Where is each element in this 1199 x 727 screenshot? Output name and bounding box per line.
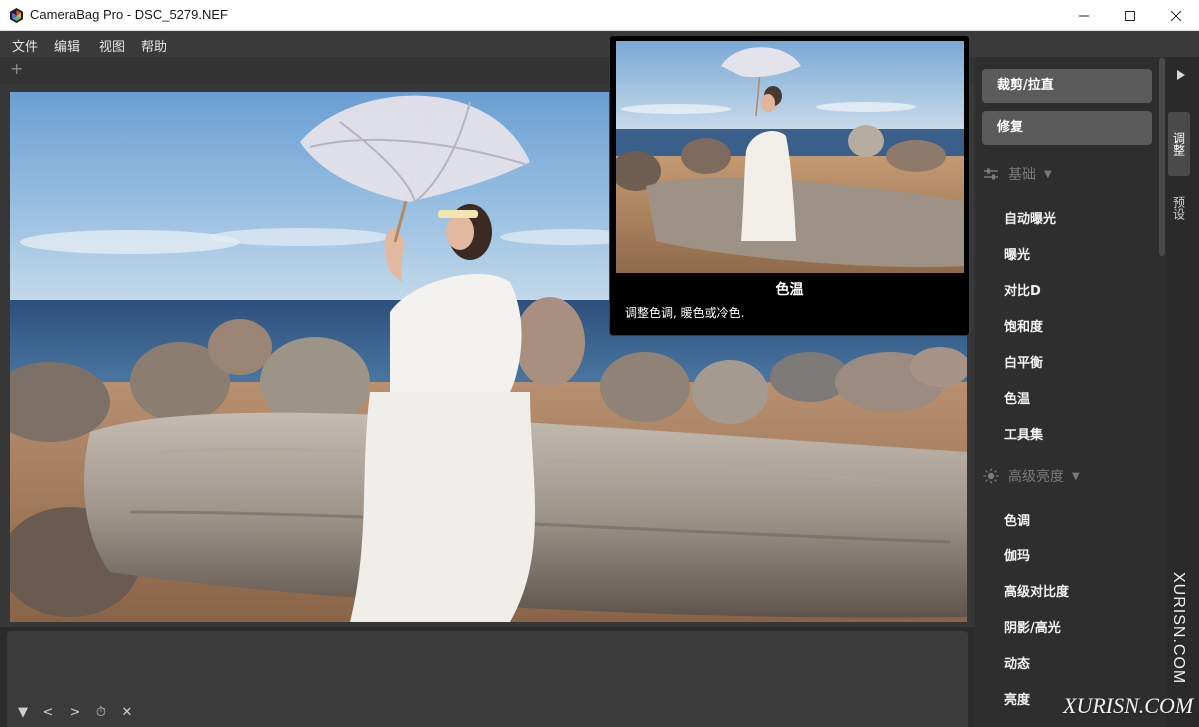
add-tab-button[interactable]: +	[10, 59, 23, 78]
tool-gamma[interactable]: 伽玛	[1004, 545, 1030, 564]
maximize-button[interactable]	[1107, 0, 1153, 31]
remove-icon[interactable]: ✕	[118, 703, 136, 721]
tool-auto-exposure[interactable]: 自动曝光	[1004, 208, 1056, 227]
expand-panel-icon[interactable]	[1177, 70, 1185, 80]
maximize-icon	[1125, 10, 1135, 21]
menu-edit[interactable]: 编辑	[54, 36, 80, 55]
chevron-down-icon: ▼	[1044, 168, 1052, 180]
tool-advanced-contrast[interactable]: 高级对比度	[1004, 581, 1069, 600]
tool-saturation[interactable]: 饱和度	[1004, 316, 1043, 335]
window-title: CameraBag Pro - DSC_5279.NEF	[30, 7, 228, 22]
camerabag-logo-icon	[10, 8, 23, 23]
close-button[interactable]	[1153, 0, 1199, 31]
panel-scroll-thumb[interactable]	[1159, 58, 1165, 256]
next-icon[interactable]: >	[66, 703, 84, 721]
menu-file[interactable]: 文件	[12, 36, 38, 55]
tool-tone[interactable]: 色调	[1004, 510, 1030, 529]
repair-button[interactable]: 修复	[982, 111, 1152, 145]
timer-icon[interactable]: ⏱	[92, 703, 110, 721]
tool-color-temperature[interactable]: 色温	[1004, 388, 1030, 407]
section-advanced-brightness-header[interactable]: 高级亮度 ▼	[982, 465, 1080, 487]
section-basic-header[interactable]: 基础 ▼	[982, 163, 1052, 185]
title-bar: CameraBag Pro - DSC_5279.NEF	[0, 0, 1199, 31]
filmstrip-panel	[7, 631, 968, 727]
previous-icon[interactable]: <	[39, 703, 57, 721]
tooltip-title: 色温	[775, 282, 804, 298]
chevron-down-icon: ▼	[1072, 470, 1080, 482]
watermark-horizontal: XURISN.COM	[1063, 693, 1194, 718]
watermark-vertical: XURISN.COM	[1170, 572, 1187, 685]
tooltip-description: 调整色调, 暖色或冷色.	[625, 306, 745, 320]
app-window: CameraBag Pro - DSC_5279.NEF 文件 编辑 视图 帮助…	[0, 0, 1199, 727]
minimize-icon	[1079, 15, 1089, 16]
close-icon	[1170, 10, 1182, 21]
tool-exposure[interactable]: 曝光	[1004, 244, 1030, 263]
collapse-down-icon[interactable]: ▼	[14, 703, 32, 721]
tool-white-balance[interactable]: 白平衡	[1004, 352, 1043, 371]
minimize-button[interactable]	[1061, 0, 1107, 31]
tab-presets[interactable]: 预设	[1168, 182, 1190, 234]
section-basic-title: 基础	[1008, 167, 1036, 183]
menu-view[interactable]: 视图	[99, 36, 125, 55]
tool-dynamic[interactable]: 动态	[1004, 653, 1030, 672]
tab-adjust[interactable]: 调整	[1168, 112, 1190, 176]
tool-shadows-highlights[interactable]: 阴影/高光	[1004, 617, 1061, 636]
tooltip-preview-image	[616, 41, 964, 273]
section-advanced-brightness-title: 高级亮度	[1008, 469, 1064, 485]
tool-toolset[interactable]: 工具集	[1004, 424, 1043, 443]
sun-icon	[982, 468, 1000, 484]
tool-contrast[interactable]: 对比D	[1004, 280, 1041, 299]
crop-straighten-button[interactable]: 裁剪/拉直	[982, 69, 1152, 103]
menu-help[interactable]: 帮助	[141, 36, 167, 55]
tool-brightness[interactable]: 亮度	[1004, 689, 1030, 708]
menu-bar: 文件 编辑 视图 帮助	[0, 31, 1199, 57]
sliders-icon	[982, 166, 1000, 182]
